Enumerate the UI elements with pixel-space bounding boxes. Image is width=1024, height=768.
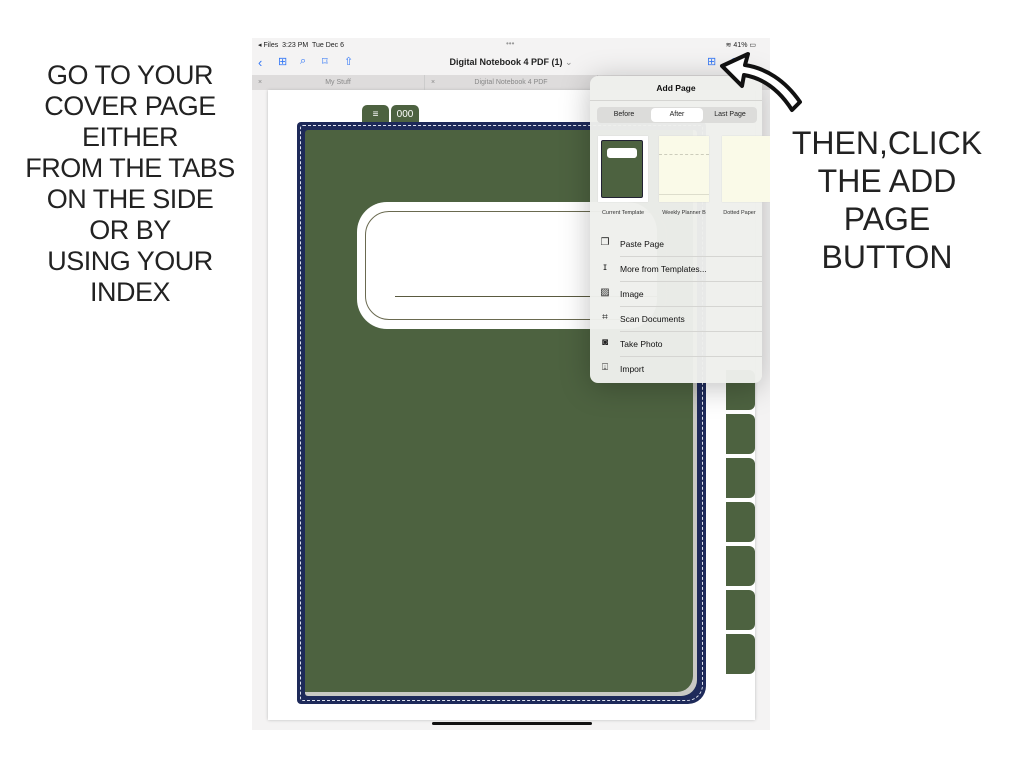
instruction-line: COVER PAGE bbox=[44, 91, 216, 121]
instruction-line: EITHER bbox=[81, 122, 179, 152]
instruction-right: THEN,CLICK THE ADD PAGE BUTTON bbox=[782, 124, 992, 276]
segment-before[interactable]: Before bbox=[598, 108, 650, 122]
instruction-line: THE ADD bbox=[817, 163, 957, 199]
item-label: Import bbox=[620, 364, 645, 374]
menu-image[interactable]: ▨ Image bbox=[590, 282, 762, 307]
pointer-arrow-icon bbox=[720, 52, 802, 112]
side-tab[interactable] bbox=[726, 634, 755, 674]
instruction-line: INDEX bbox=[89, 277, 171, 307]
instruction-line: USING YOUR bbox=[47, 246, 213, 276]
item-label: Take Photo bbox=[620, 339, 663, 349]
side-tab[interactable] bbox=[726, 590, 755, 630]
instruction-line: GO TO YOUR bbox=[46, 60, 214, 90]
camera-icon: ◙ bbox=[601, 337, 609, 348]
ipad-screen: ◂ Files 3:23 PM Tue Dec 6 ••• ≋ 41% ▭ ‹ … bbox=[252, 38, 770, 730]
template-label: Dotted Paper bbox=[723, 210, 756, 216]
menu-paste-page[interactable]: ❐ Paste Page bbox=[590, 232, 762, 257]
template-weekly-planner[interactable] bbox=[659, 136, 709, 202]
menu-import[interactable]: ⍗ Import bbox=[590, 357, 762, 382]
instruction-line: ON THE SIDE bbox=[46, 184, 214, 214]
side-tab[interactable] bbox=[726, 546, 755, 586]
status-bar: ◂ Files 3:23 PM Tue Dec 6 ••• ≋ 41% ▭ bbox=[252, 38, 770, 52]
template-label: Current Template bbox=[601, 210, 645, 216]
instruction-line: THEN,CLICK bbox=[791, 125, 983, 161]
multitask-dots[interactable]: ••• bbox=[506, 39, 514, 48]
home-indicator[interactable] bbox=[432, 722, 592, 725]
close-icon[interactable]: × bbox=[431, 75, 435, 90]
add-page-popover: Add Page Before After Last Page Current … bbox=[590, 76, 770, 383]
menu-more-templates[interactable]: ɪ More from Templates... bbox=[590, 257, 762, 282]
document-title[interactable]: Digital Notebook 4 PDF (1) ⌄ bbox=[252, 57, 770, 68]
instruction-line: FROM THE TABS bbox=[25, 153, 235, 183]
paste-icon: ❐ bbox=[600, 237, 610, 248]
side-tab[interactable] bbox=[726, 458, 755, 498]
segment-after[interactable]: After bbox=[651, 108, 703, 122]
side-tab[interactable] bbox=[726, 414, 755, 454]
tab-my-stuff[interactable]: × My Stuff bbox=[252, 75, 425, 90]
scan-icon: ⌗ bbox=[602, 312, 608, 323]
item-label: More from Templates... bbox=[620, 264, 707, 274]
instruction-line: PAGE bbox=[843, 201, 931, 237]
item-label: Image bbox=[620, 289, 644, 299]
templates-icon: ɪ bbox=[603, 262, 607, 273]
item-label: Scan Documents bbox=[620, 314, 685, 324]
time: 3:23 PM bbox=[282, 42, 309, 49]
instruction-left: GO TO YOUR COVER PAGE EITHER FROM THE TA… bbox=[10, 60, 250, 308]
template-dotted-paper[interactable] bbox=[722, 136, 770, 202]
tab-digital-notebook[interactable]: × Digital Notebook 4 PDF bbox=[425, 75, 598, 90]
side-tab[interactable] bbox=[726, 502, 755, 542]
toolbar: ‹ ⊞ ⌕ ⌑ ⇧ Digital Notebook 4 PDF (1) ⌄ ⊞… bbox=[252, 52, 770, 74]
menu-take-photo[interactable]: ◙ Take Photo bbox=[590, 332, 762, 357]
menu-scan-documents[interactable]: ⌗ Scan Documents bbox=[590, 307, 762, 332]
back-to-files[interactable]: ◂ Files bbox=[258, 42, 278, 49]
close-icon[interactable]: × bbox=[258, 75, 262, 90]
date: Tue Dec 6 bbox=[311, 42, 345, 49]
template-current[interactable] bbox=[598, 136, 648, 202]
template-label: Weekly Planner B bbox=[662, 210, 706, 216]
instruction-line: BUTTON bbox=[821, 239, 953, 275]
item-label: Paste Page bbox=[620, 239, 664, 249]
import-icon: ⍗ bbox=[602, 362, 608, 373]
instruction-line: OR BY bbox=[89, 215, 171, 245]
image-icon: ▨ bbox=[600, 287, 610, 298]
